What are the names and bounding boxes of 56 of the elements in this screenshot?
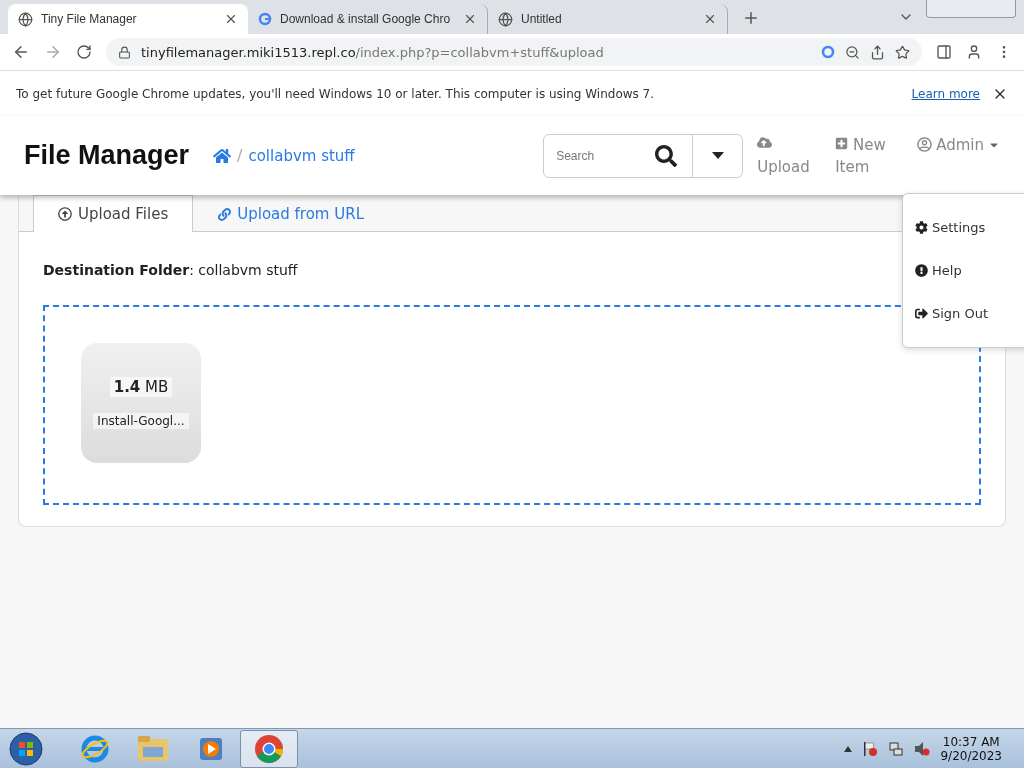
- toolbar-link[interactable]: New Item: [835, 133, 900, 178]
- url-path: /index.php?p=collabvm+stuff&upload: [355, 44, 605, 60]
- globe-icon: [18, 11, 33, 27]
- caret-up-icon[interactable]: [844, 745, 853, 752]
- home-icon[interactable]: [213, 146, 232, 165]
- zoom-out-icon[interactable]: [845, 44, 860, 60]
- new-tab-icon[interactable]: [742, 9, 760, 27]
- sign-out-icon: [915, 307, 928, 320]
- file-name: Install-Googl...: [93, 413, 189, 429]
- folder-icon: [137, 734, 169, 763]
- tab-title: Tiny File Manager: [41, 12, 138, 26]
- file-size: 1.4 MB: [109, 377, 173, 397]
- flag-icon[interactable]: [862, 740, 879, 757]
- exclamation-icon: [915, 264, 928, 277]
- share-icon[interactable]: [870, 44, 885, 60]
- browser-e-icon: [80, 733, 110, 764]
- update-message: To get future Google Chrome updates, you'll need Windows 10 or later. This computer is using Windows 7.: [16, 86, 656, 101]
- lock-icon: [118, 45, 131, 59]
- caret-down-icon: [711, 152, 724, 159]
- app-title: File Manager: [24, 140, 190, 171]
- reload-icon[interactable]: [76, 44, 92, 60]
- user-menu[interactable]: Admin: [917, 135, 1000, 154]
- learn-more-link[interactable]: Learn more: [911, 86, 980, 101]
- tab-title: Untitled: [521, 12, 563, 26]
- clock-time: 10:37 AM: [942, 734, 1000, 749]
- taskbar-app[interactable]: [240, 729, 298, 768]
- profile-icon[interactable]: [966, 44, 982, 60]
- globe-icon: [498, 11, 513, 27]
- close-icon[interactable]: [703, 12, 717, 26]
- plus-icon: [835, 136, 849, 150]
- close-icon[interactable]: [463, 12, 477, 26]
- browser-tab[interactable]: Tiny File Manager: [8, 4, 248, 34]
- close-icon[interactable]: [224, 12, 238, 26]
- network-icon[interactable]: [888, 740, 905, 757]
- upload-tab[interactable]: Upload from URL: [193, 195, 389, 232]
- menu-item[interactable]: Help: [915, 263, 1024, 278]
- link-icon: [218, 207, 232, 221]
- address-bar[interactable]: tinyfilemanager.miki1513.repl.co/index.php?p=collabvm+stuff&upload: [106, 38, 922, 66]
- cloud-upload-icon: [757, 134, 773, 150]
- back-icon[interactable]: [12, 43, 30, 61]
- search-field[interactable]: Search: [544, 147, 640, 164]
- tab-title: Download & install Google Chro: [280, 12, 452, 26]
- chrome-icon: [254, 733, 284, 764]
- clock-date: 9/20/2023: [940, 748, 1002, 763]
- side-panel-icon[interactable]: [936, 44, 952, 60]
- start-button[interactable]: [6, 729, 46, 768]
- speaker-icon[interactable]: [914, 740, 931, 757]
- settings-icon: [915, 221, 928, 234]
- breadcrumb-link[interactable]: collabvm stuff: [248, 146, 355, 165]
- toolbar-link[interactable]: Upload: [757, 133, 822, 178]
- destination-text: Destination Folder: collabvm stuff: [43, 262, 298, 278]
- breadcrumb-separator: /: [237, 146, 243, 165]
- url-host: tinyfilemanager.miki1513.repl.co: [141, 44, 356, 60]
- menu-item[interactable]: Settings: [915, 220, 1024, 235]
- upload-tab[interactable]: Upload Files: [33, 195, 194, 232]
- star-icon[interactable]: [895, 44, 910, 60]
